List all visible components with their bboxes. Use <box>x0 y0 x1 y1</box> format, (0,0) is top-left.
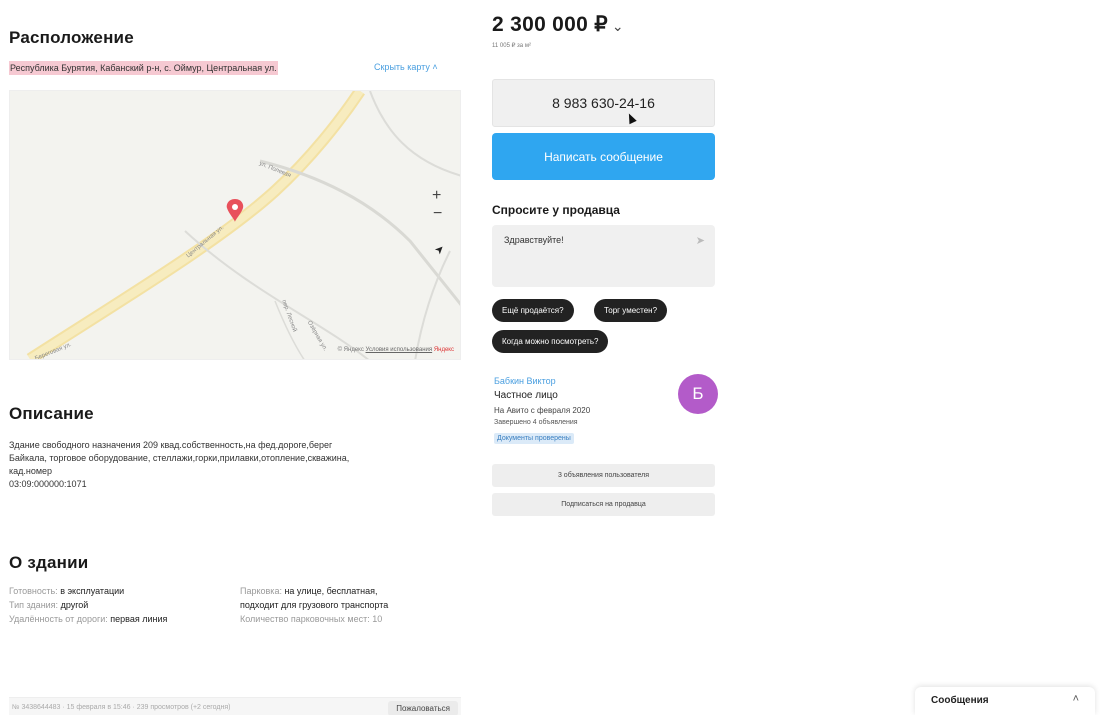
messages-title: Сообщения <box>931 695 989 706</box>
user-listings-button[interactable]: 3 объявления пользователя <box>492 464 715 487</box>
description-line: Здание свободного назначения 209 квад.со… <box>9 440 333 450</box>
yandex-logo: Яндекс <box>433 347 454 353</box>
messages-panel[interactable]: Сообщения ˄ <box>915 687 1095 715</box>
price-chevron-icon[interactable]: ⌄ <box>612 18 624 34</box>
description-heading: Описание <box>9 404 94 423</box>
documents-verified-badge: Документы проверены <box>494 433 574 444</box>
building-type-row: Тип здания: другой <box>9 600 89 610</box>
zoom-in-button[interactable]: + <box>432 187 441 205</box>
about-right-column: Парковка: на улице, бесплатная, подходит… <box>240 584 388 626</box>
send-icon[interactable]: ➤ <box>696 234 705 247</box>
ask-seller-box: ➤ <box>492 225 715 287</box>
price-per-m2: 11 005 ₽ за м² <box>492 43 531 49</box>
ask-seller-input[interactable] <box>492 225 715 287</box>
seller-type: Частное лицо <box>494 390 558 401</box>
listing-meta: № 3438644483 · 15 февраля в 15:46 · 239 … <box>12 704 231 711</box>
copyright-text: © Яндекс <box>337 347 364 353</box>
avatar[interactable]: Б <box>678 374 718 414</box>
readiness-row: Готовность: в эксплуатации <box>9 586 125 596</box>
map-roads <box>26 91 460 359</box>
description-line: Байкала, торговое оборудование, стеллажи… <box>9 453 350 463</box>
parking-spots-row: Количество парковочных мест: 10 <box>240 614 383 624</box>
chip-when-view[interactable]: Когда можно посмотреть? <box>492 330 609 353</box>
seller-completed: Завершено 4 объявления <box>494 419 578 426</box>
seller-since: На Авито с февраля 2020 <box>494 406 591 415</box>
road-distance-row: Удалённость от дороги: первая линия <box>9 614 168 624</box>
map[interactable]: Центральная ул. ул. Полевая Береговая ул… <box>9 90 461 360</box>
price: 2 300 000 ₽ ⌄ <box>492 12 624 37</box>
chip-still-selling[interactable]: Ещё продаётся? <box>492 299 574 322</box>
subscribe-button[interactable]: Подписаться на продавца <box>492 493 715 516</box>
write-message-button[interactable]: Написать сообщение <box>492 133 715 180</box>
about-left-column: Готовность: в эксплуатации Тип здания: д… <box>9 584 167 626</box>
zoom-out-button[interactable]: − <box>433 205 442 223</box>
price-value: 2 300 000 ₽ <box>492 13 608 36</box>
ask-seller-title: Спросите у продавца <box>492 203 620 217</box>
parking-row: Парковка: на улице, бесплатная, <box>240 586 378 596</box>
chip-bargain[interactable]: Торг уместен? <box>594 299 668 322</box>
about-heading: О здании <box>9 553 89 572</box>
parking-row-cont: подходит для грузового транспорта <box>240 600 389 610</box>
show-phone-button[interactable]: 8 983 630-24-16 <box>492 79 715 127</box>
description-text: Здание свободного назначения 209 квад.со… <box>9 439 469 491</box>
seller-name-link[interactable]: Бабкин Виктор <box>494 376 556 386</box>
map-terms-link[interactable]: Условия использования <box>366 347 433 353</box>
listing-footer: № 3438644483 · 15 февраля в 15:46 · 239 … <box>9 697 461 715</box>
description-line: 03:09:000000:1071 <box>9 479 87 489</box>
complain-button[interactable]: Пожаловаться <box>388 701 458 715</box>
description-line: кад.номер <box>9 466 53 476</box>
map-copyright: © Яндекс Условия использования Яндекс <box>338 347 454 353</box>
chevron-up-icon[interactable]: ˄ <box>1073 693 1079 705</box>
location-heading: Расположение <box>9 28 134 47</box>
hide-map-link[interactable]: Скрыть карту ˄ <box>374 62 438 72</box>
address-text: Республика Бурятия, Кабанский р-н, с. Ой… <box>9 61 278 75</box>
